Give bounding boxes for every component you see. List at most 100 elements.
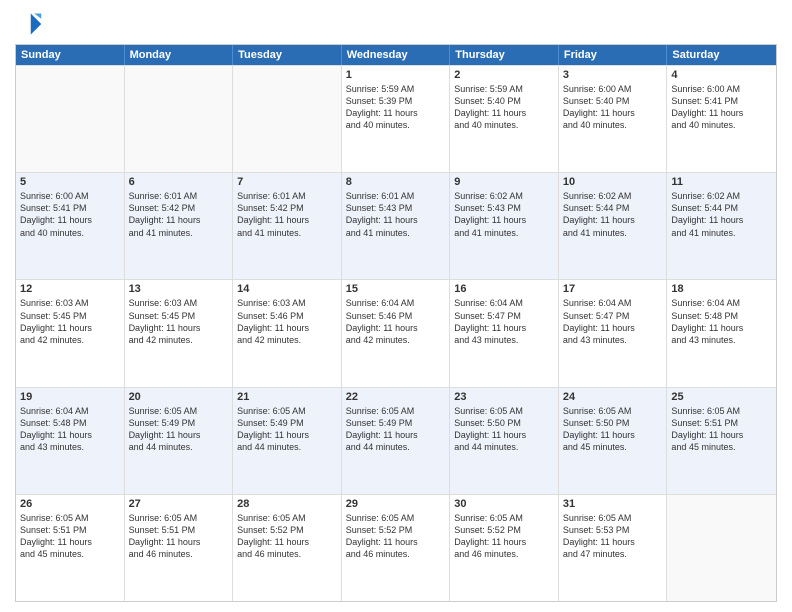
calendar-header-row: SundayMondayTuesdayWednesdayThursdayFrid…	[16, 45, 776, 65]
calendar-body: 1 Sunrise: 5:59 AM Sunset: 5:39 PM Daylig…	[16, 65, 776, 601]
empty-cell	[233, 66, 342, 172]
cell-info: Sunrise: 6:04 AM Sunset: 5:48 PM Dayligh…	[20, 405, 120, 454]
cell-info: Sunrise: 6:01 AM Sunset: 5:42 PM Dayligh…	[129, 190, 229, 239]
cell-info: Sunrise: 6:03 AM Sunset: 5:45 PM Dayligh…	[129, 297, 229, 346]
day-number: 4	[671, 69, 772, 81]
calendar-week-4: 19Sunrise: 6:04 AM Sunset: 5:48 PM Dayli…	[16, 387, 776, 494]
day-number: 10	[563, 176, 663, 188]
day-number: 3	[563, 69, 663, 81]
day-number: 20	[129, 391, 229, 403]
day-number: 6	[129, 176, 229, 188]
day-cell-20: 20 Sunrise: 6:05 AM Sunset: 5:49 PM Dayli…	[125, 388, 234, 494]
day-cell-31: 31 Sunrise: 6:05 AM Sunset: 5:53 PM Dayli…	[559, 495, 668, 601]
header-cell-monday: Monday	[125, 45, 234, 65]
day-number: 1	[346, 69, 446, 81]
cell-info: Sunrise: 6:05 AM Sunset: 5:51 PM Dayligh…	[671, 405, 772, 454]
day-cell-9: 9Sunrise: 6:02 AM Sunset: 5:43 PM Daylig…	[450, 173, 559, 279]
day-number: 12	[20, 283, 120, 295]
header-cell-thursday: Thursday	[450, 45, 559, 65]
cell-info: Sunrise: 6:03 AM Sunset: 5:45 PM Dayligh…	[20, 297, 120, 346]
cell-info: Sunrise: 6:05 AM Sunset: 5:51 PM Dayligh…	[129, 512, 229, 561]
day-cell-24: 24Sunrise: 6:05 AM Sunset: 5:50 PM Dayli…	[559, 388, 668, 494]
day-cell-16: 16 Sunrise: 6:04 AM Sunset: 5:47 PM Dayli…	[450, 280, 559, 386]
day-number: 13	[129, 283, 229, 295]
day-cell-8: 8Sunrise: 6:01 AM Sunset: 5:43 PM Daylig…	[342, 173, 451, 279]
day-number: 25	[671, 391, 772, 403]
day-cell-14: 14Sunrise: 6:03 AM Sunset: 5:46 PM Dayli…	[233, 280, 342, 386]
day-cell-10: 10 Sunrise: 6:02 AM Sunset: 5:44 PM Dayli…	[559, 173, 668, 279]
day-number: 28	[237, 498, 337, 510]
day-number: 26	[20, 498, 120, 510]
empty-cell	[125, 66, 234, 172]
header-cell-saturday: Saturday	[667, 45, 776, 65]
day-number: 17	[563, 283, 663, 295]
day-cell-12: 12 Sunrise: 6:03 AM Sunset: 5:45 PM Dayli…	[16, 280, 125, 386]
cell-info: Sunrise: 6:02 AM Sunset: 5:44 PM Dayligh…	[563, 190, 663, 239]
day-cell-29: 29Sunrise: 6:05 AM Sunset: 5:52 PM Dayli…	[342, 495, 451, 601]
day-number: 14	[237, 283, 337, 295]
day-number: 27	[129, 498, 229, 510]
day-cell-1: 1 Sunrise: 5:59 AM Sunset: 5:39 PM Daylig…	[342, 66, 451, 172]
day-number: 9	[454, 176, 554, 188]
day-cell-22: 22 Sunrise: 6:05 AM Sunset: 5:49 PM Dayli…	[342, 388, 451, 494]
cell-info: Sunrise: 6:05 AM Sunset: 5:49 PM Dayligh…	[346, 405, 446, 454]
cell-info: Sunrise: 6:05 AM Sunset: 5:52 PM Dayligh…	[454, 512, 554, 561]
calendar-page: SundayMondayTuesdayWednesdayThursdayFrid…	[0, 0, 792, 612]
day-number: 5	[20, 176, 120, 188]
calendar-grid: SundayMondayTuesdayWednesdayThursdayFrid…	[15, 44, 777, 602]
cell-info: Sunrise: 6:01 AM Sunset: 5:42 PM Dayligh…	[237, 190, 337, 239]
day-number: 22	[346, 391, 446, 403]
cell-info: Sunrise: 6:02 AM Sunset: 5:44 PM Dayligh…	[671, 190, 772, 239]
cell-info: Sunrise: 6:04 AM Sunset: 5:47 PM Dayligh…	[454, 297, 554, 346]
cell-info: Sunrise: 6:00 AM Sunset: 5:40 PM Dayligh…	[563, 83, 663, 132]
day-number: 24	[563, 391, 663, 403]
cell-info: Sunrise: 6:05 AM Sunset: 5:49 PM Dayligh…	[129, 405, 229, 454]
day-cell-7: 7 Sunrise: 6:01 AM Sunset: 5:42 PM Daylig…	[233, 173, 342, 279]
empty-cell	[667, 495, 776, 601]
day-cell-3: 3 Sunrise: 6:00 AM Sunset: 5:40 PM Daylig…	[559, 66, 668, 172]
day-number: 18	[671, 283, 772, 295]
calendar-week-2: 5 Sunrise: 6:00 AM Sunset: 5:41 PM Daylig…	[16, 172, 776, 279]
day-number: 16	[454, 283, 554, 295]
cell-info: Sunrise: 6:05 AM Sunset: 5:53 PM Dayligh…	[563, 512, 663, 561]
day-number: 23	[454, 391, 554, 403]
cell-info: Sunrise: 6:05 AM Sunset: 5:49 PM Dayligh…	[237, 405, 337, 454]
header-cell-tuesday: Tuesday	[233, 45, 342, 65]
day-number: 21	[237, 391, 337, 403]
day-cell-25: 25 Sunrise: 6:05 AM Sunset: 5:51 PM Dayli…	[667, 388, 776, 494]
cell-info: Sunrise: 6:05 AM Sunset: 5:51 PM Dayligh…	[20, 512, 120, 561]
day-cell-19: 19Sunrise: 6:04 AM Sunset: 5:48 PM Dayli…	[16, 388, 125, 494]
day-number: 2	[454, 69, 554, 81]
cell-info: Sunrise: 6:05 AM Sunset: 5:52 PM Dayligh…	[346, 512, 446, 561]
cell-info: Sunrise: 6:05 AM Sunset: 5:52 PM Dayligh…	[237, 512, 337, 561]
header-cell-sunday: Sunday	[16, 45, 125, 65]
header-cell-wednesday: Wednesday	[342, 45, 451, 65]
day-number: 31	[563, 498, 663, 510]
day-number: 8	[346, 176, 446, 188]
cell-info: Sunrise: 6:00 AM Sunset: 5:41 PM Dayligh…	[671, 83, 772, 132]
cell-info: Sunrise: 6:00 AM Sunset: 5:41 PM Dayligh…	[20, 190, 120, 239]
header-cell-friday: Friday	[559, 45, 668, 65]
calendar-week-1: 1 Sunrise: 5:59 AM Sunset: 5:39 PM Daylig…	[16, 65, 776, 172]
cell-info: Sunrise: 5:59 AM Sunset: 5:39 PM Dayligh…	[346, 83, 446, 132]
day-cell-6: 6 Sunrise: 6:01 AM Sunset: 5:42 PM Daylig…	[125, 173, 234, 279]
cell-info: Sunrise: 6:05 AM Sunset: 5:50 PM Dayligh…	[454, 405, 554, 454]
day-cell-30: 30 Sunrise: 6:05 AM Sunset: 5:52 PM Dayli…	[450, 495, 559, 601]
day-cell-18: 18 Sunrise: 6:04 AM Sunset: 5:48 PM Dayli…	[667, 280, 776, 386]
cell-info: Sunrise: 6:04 AM Sunset: 5:46 PM Dayligh…	[346, 297, 446, 346]
cell-info: Sunrise: 6:04 AM Sunset: 5:47 PM Dayligh…	[563, 297, 663, 346]
cell-info: Sunrise: 6:04 AM Sunset: 5:48 PM Dayligh…	[671, 297, 772, 346]
calendar-week-5: 26 Sunrise: 6:05 AM Sunset: 5:51 PM Dayli…	[16, 494, 776, 601]
day-cell-23: 23 Sunrise: 6:05 AM Sunset: 5:50 PM Dayli…	[450, 388, 559, 494]
page-header	[15, 10, 777, 38]
day-cell-26: 26 Sunrise: 6:05 AM Sunset: 5:51 PM Dayli…	[16, 495, 125, 601]
logo-icon	[15, 10, 43, 38]
day-cell-17: 17 Sunrise: 6:04 AM Sunset: 5:47 PM Dayli…	[559, 280, 668, 386]
day-cell-4: 4 Sunrise: 6:00 AM Sunset: 5:41 PM Daylig…	[667, 66, 776, 172]
day-cell-27: 27 Sunrise: 6:05 AM Sunset: 5:51 PM Dayli…	[125, 495, 234, 601]
day-number: 7	[237, 176, 337, 188]
day-number: 30	[454, 498, 554, 510]
logo	[15, 10, 47, 38]
day-cell-5: 5 Sunrise: 6:00 AM Sunset: 5:41 PM Daylig…	[16, 173, 125, 279]
calendar-week-3: 12 Sunrise: 6:03 AM Sunset: 5:45 PM Dayli…	[16, 279, 776, 386]
